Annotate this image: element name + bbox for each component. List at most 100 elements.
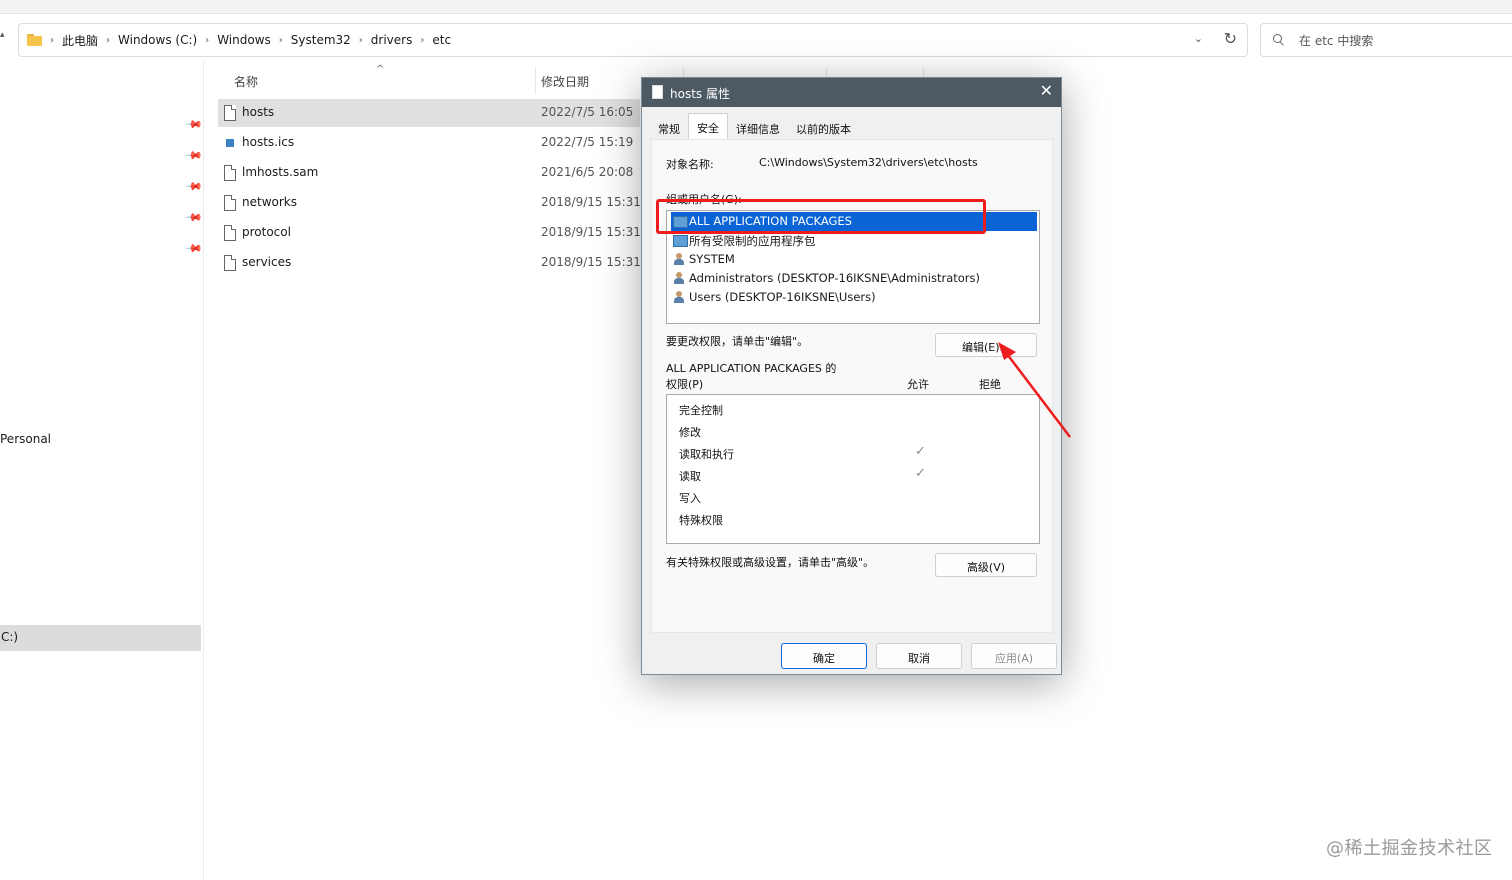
file-row[interactable]: services 2018/9/15 15:31 (218, 249, 641, 277)
tab-2[interactable]: 详细信息 (728, 116, 788, 140)
file-row[interactable]: lmhosts.sam 2021/6/5 20:08 (218, 159, 640, 187)
file-icon (224, 195, 236, 211)
users-icon (673, 272, 687, 284)
breadcrumb-item[interactable]: Windows (C:) (113, 33, 202, 47)
permission-name: 写入 (679, 492, 701, 505)
pin-icon[interactable]: 📌 (184, 146, 203, 165)
chevron-right-icon[interactable]: › (276, 35, 286, 46)
pin-icon[interactable]: 📌 (184, 208, 203, 227)
folder-icon (27, 34, 43, 46)
file-date: 2022/7/5 16:05 (541, 105, 634, 119)
search-icon (1273, 34, 1285, 46)
group-list-item[interactable]: SYSTEM (671, 250, 1037, 269)
object-name-label: 对象名称: (666, 158, 714, 171)
permission-name: 完全控制 (679, 404, 723, 417)
refresh-icon[interactable]: ↻ (1224, 29, 1237, 48)
file-row[interactable]: protocol 2018/9/15 15:31 (218, 219, 641, 247)
breadcrumb: 此电脑 › Windows (C:) › Windows › System32 › driver… (57, 32, 456, 49)
permissions-label-line2: 权限(P) (666, 378, 704, 391)
group-name: Administrators (DESKTOP-16IKSNE\Administ… (689, 271, 980, 285)
allow-check-icon: ✓ (915, 466, 926, 481)
pin-icon[interactable]: 📌 (184, 115, 203, 134)
advanced-button[interactable]: 高级(V) (935, 553, 1037, 577)
cancel-button[interactable]: 取消 (876, 643, 962, 669)
group-name: 所有受限制的应用程序包 (689, 234, 816, 248)
search-input[interactable]: 在 etc 中搜索 (1260, 23, 1512, 57)
file-date: 2018/9/15 15:31 (541, 225, 641, 239)
column-header-name[interactable]: 名称 (234, 73, 258, 90)
allow-check-icon: ✓ (915, 444, 926, 459)
users-icon (673, 253, 687, 265)
file-row[interactable]: hosts.ics 2022/7/5 15:19 (218, 129, 640, 157)
file-date: 2022/7/5 15:19 (541, 135, 634, 149)
file-icon (224, 255, 236, 271)
file-date: 2018/9/15 15:31 (541, 255, 641, 269)
annotation-arrow (998, 342, 1071, 438)
advanced-hint: 有关特殊权限或高级设置，请单击"高级"。 (666, 556, 875, 569)
edit-hint: 要更改权限，请单击"编辑"。 (666, 335, 809, 348)
search-placeholder: 在 etc 中搜索 (1299, 33, 1374, 48)
file-icon (224, 105, 236, 121)
permission-name: 读取和执行 (679, 448, 734, 461)
group-list-item[interactable]: Administrators (DESKTOP-16IKSNE\Administ… (671, 269, 1037, 288)
watermark: @稀土掘金技术社区 (1326, 838, 1493, 859)
file-icon (224, 165, 236, 181)
up-arrow-icon[interactable]: ▴ (0, 30, 5, 40)
nav-item-drive-label: C:) (1, 630, 19, 644)
tab-0[interactable]: 常规 (650, 116, 688, 140)
ok-button[interactable]: 确定 (781, 643, 867, 669)
chevron-right-icon[interactable]: › (202, 35, 212, 46)
window-top-strip (0, 0, 1512, 14)
breadcrumb-item[interactable]: drivers (366, 33, 418, 47)
file-icon (224, 225, 236, 241)
permissions-list: 完全控制 修改 读取和执行 ✓ 读取 ✓ 写入 特殊权限 (666, 394, 1040, 544)
pin-icon[interactable]: 📌 (184, 239, 203, 258)
chevron-right-icon[interactable]: › (103, 35, 113, 46)
users-icon (673, 291, 687, 303)
breadcrumb-item[interactable]: Windows (212, 33, 276, 47)
file-name: hosts.ics (242, 135, 295, 149)
group-list-item[interactable]: Users (DESKTOP-16IKSNE\Users) (671, 288, 1037, 307)
column-header-date[interactable]: 修改日期 (541, 73, 589, 90)
chevron-down-icon[interactable]: ⌄ (1194, 32, 1203, 45)
group-name: SYSTEM (689, 252, 735, 266)
chevron-right-icon[interactable]: › (356, 35, 366, 46)
dialog-titlebar[interactable]: hosts 属性 ✕ (642, 78, 1061, 107)
navigation-pane: 📌 📌 📌 📌 📌 Personal C:) (0, 60, 204, 880)
file-icon (652, 85, 663, 99)
group-name: Users (DESKTOP-16IKSNE\Users) (689, 290, 876, 304)
group-icon (673, 235, 688, 247)
tab-strip: 常规 安全 详细信息 以前的版本 (650, 113, 859, 140)
breadcrumb-item[interactable]: System32 (286, 33, 356, 47)
permissions-label-line1: ALL APPLICATION PACKAGES 的 (666, 362, 837, 375)
file-row[interactable]: networks 2018/9/15 15:31 (218, 189, 641, 217)
file-row[interactable]: hosts 2022/7/5 16:05 (218, 99, 640, 127)
breadcrumb-item[interactable]: etc (427, 33, 456, 47)
file-name: services (242, 255, 292, 269)
ics-file-icon (226, 139, 234, 147)
address-bar[interactable]: › 此电脑 › Windows (C:) › Windows › System32 › driv… (18, 23, 1248, 57)
permission-name: 读取 (679, 470, 701, 483)
close-icon[interactable]: ✕ (1040, 82, 1053, 100)
chevron-right-icon[interactable]: › (47, 35, 57, 46)
permission-name: 修改 (679, 426, 701, 439)
sort-ascending-icon: ^ (376, 64, 385, 75)
chevron-right-icon[interactable]: › (417, 35, 427, 46)
nav-item-personal[interactable]: Personal (0, 432, 51, 446)
nav-item-drive-c[interactable]: C:) (0, 625, 201, 651)
allow-column-header: 允许 (907, 378, 929, 391)
tab-3[interactable]: 以前的版本 (788, 116, 859, 140)
apply-button[interactable]: 应用(A) (971, 643, 1057, 669)
pin-icon[interactable]: 📌 (184, 177, 203, 196)
file-date: 2021/6/5 20:08 (541, 165, 634, 179)
tab-1[interactable]: 安全 (688, 113, 728, 140)
file-name: hosts (242, 105, 275, 119)
dialog-title: hosts 属性 (670, 87, 730, 101)
file-name: protocol (242, 225, 291, 239)
breadcrumb-item[interactable]: 此电脑 (57, 32, 103, 49)
column-divider[interactable] (535, 68, 536, 94)
file-date: 2018/9/15 15:31 (541, 195, 641, 209)
object-name-value: C:\Windows\System32\drivers\etc\hosts (759, 156, 978, 169)
file-name: lmhosts.sam (242, 165, 319, 179)
file-name: networks (242, 195, 297, 209)
